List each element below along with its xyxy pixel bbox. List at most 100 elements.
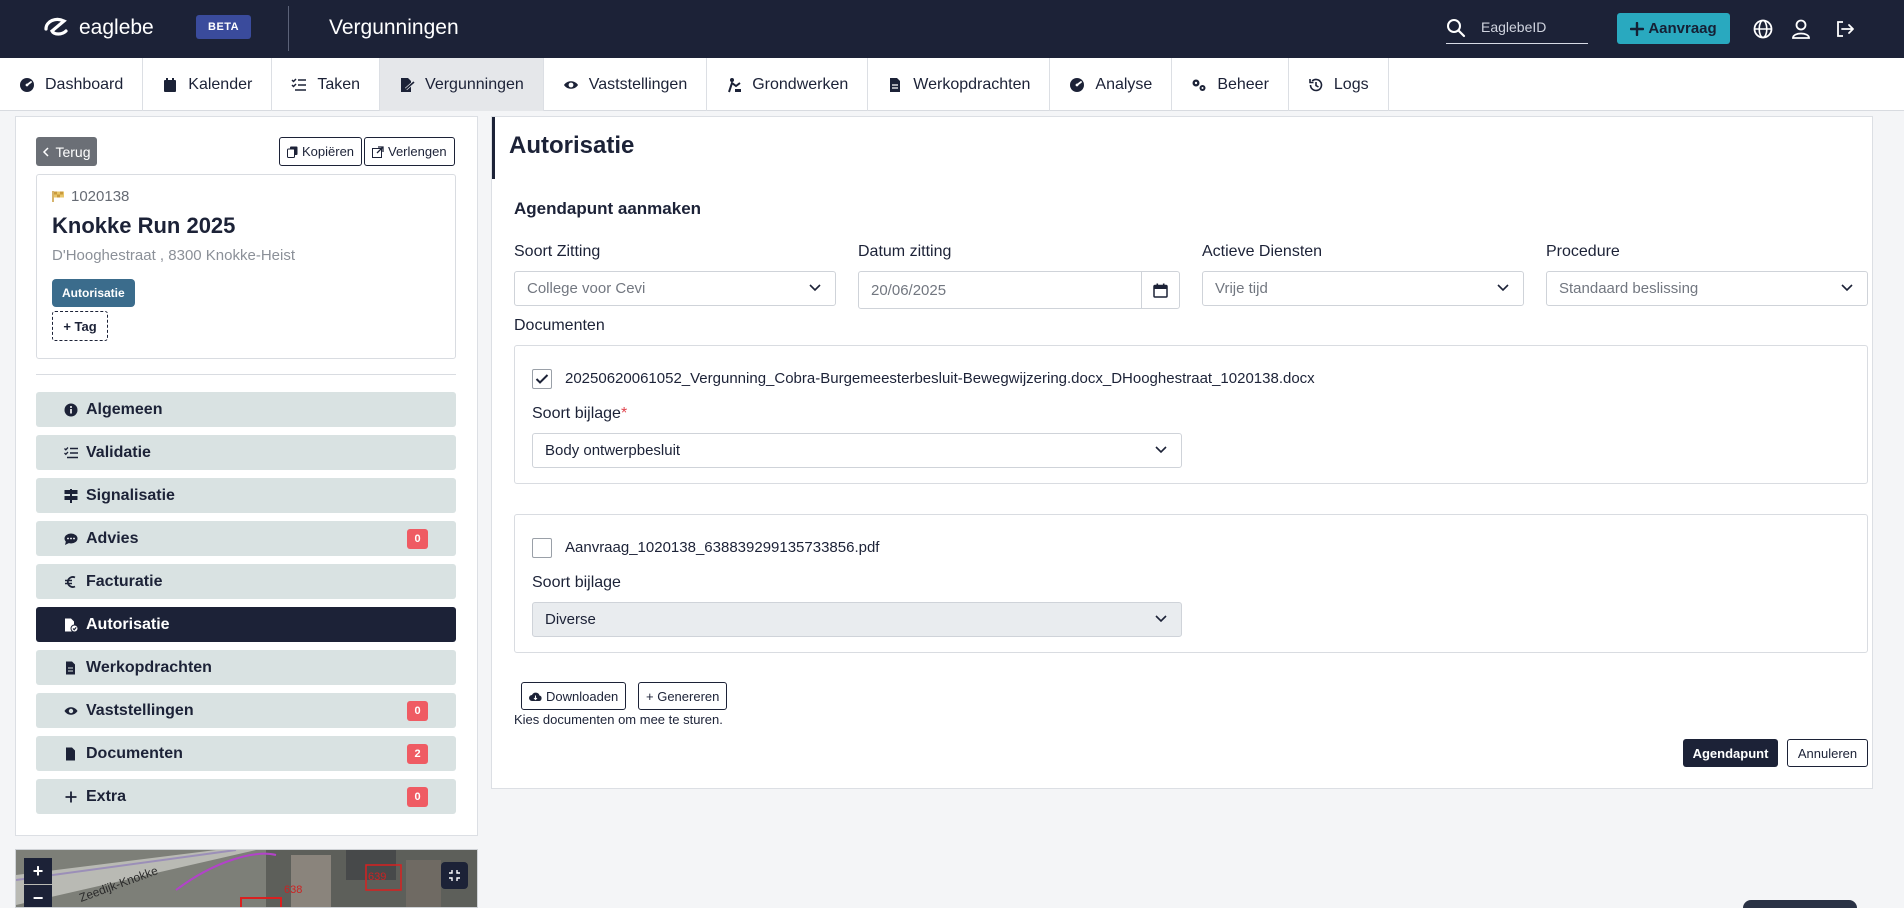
soort-zitting-select[interactable]: College voor Cevi [514,271,836,306]
map-fullscreen-button[interactable] [441,862,468,889]
nav-dashboard[interactable]: Dashboard [0,58,144,111]
required-marker: * [620,405,628,422]
compress-icon [449,870,460,881]
cancel-button[interactable]: Annuleren [1787,739,1868,767]
count-badge: 0 [407,701,428,721]
nav-beheer[interactable]: Beheer [1172,58,1289,111]
back-button[interactable]: Terug [36,137,97,166]
header-divider [288,6,289,51]
menu-item-facturatie[interactable]: Facturatie [36,564,456,599]
map-background: Zeedijk-Knokke 639 638 [16,850,477,907]
app-title: Vergunningen [329,16,459,39]
info-icon [64,403,78,416]
create-agenda-item-button[interactable]: Agendapunt [1683,739,1778,767]
menu-item-werkopdrachten[interactable]: Werkopdrachten [36,650,456,685]
logo[interactable]: eaglebe [42,15,154,41]
permit-address: D'Hooghestraat , 8300 Knokke-Heist [52,247,295,264]
nav-label: Kalender [188,75,253,93]
permit-title: Knokke Run 2025 [52,213,236,238]
date-picker-button[interactable] [1141,272,1179,308]
map-parcel-label: 638 [284,884,302,896]
file-check-icon [65,618,78,632]
floating-button-edge[interactable] [1743,900,1857,908]
nav-logs[interactable]: Logs [1289,58,1389,111]
document-checkbox[interactable] [532,538,552,558]
menu-label: Advies [86,529,139,547]
datum-zitting-label: Datum zitting [858,243,952,260]
attachment-type-select[interactable]: Body ontwerpbesluit [532,433,1182,468]
nav-werkopdrachten[interactable]: Werkopdrachten [868,58,1051,111]
digging-icon [728,77,742,92]
section-title: Agendapunt aanmaken [514,199,702,218]
nav-vergunningen[interactable]: Vergunningen [380,58,544,111]
file-icon [890,77,901,92]
menu-item-advies[interactable]: Advies 0 [36,521,456,556]
download-button[interactable]: Downloaden [521,682,627,710]
globe-icon[interactable] [1752,18,1774,40]
documents-label: Documenten [514,317,605,334]
permit-card: 1020138 Knokke Run 2025 D'Hooghestraat ,… [36,174,456,359]
logout-icon[interactable] [1834,18,1856,40]
zoom-out-button[interactable]: − [24,885,52,907]
nav-taken[interactable]: Taken [272,58,381,111]
chevron-down-icon [1841,284,1853,292]
nav-analyse[interactable]: Analyse [1050,58,1173,111]
menu-label: Algemeen [86,400,163,418]
menu-label: Extra [86,787,127,805]
eye-icon [64,706,78,715]
eaglebe-logo-icon [44,17,68,36]
new-request-button[interactable]: Aanvraag [1617,13,1730,44]
nav-label: Dashboard [45,75,124,93]
menu-item-vaststellingen[interactable]: Vaststellingen 0 [36,693,456,728]
menu-item-signalisatie[interactable]: Signalisatie [36,478,456,513]
extend-button[interactable]: Verlengen [364,137,455,166]
nav-vaststellingen[interactable]: Vaststellingen [544,58,708,111]
menu-item-validatie[interactable]: Validatie [36,435,456,470]
permit-menu: Algemeen Validatie Signalisatie Advies 0… [36,392,456,822]
datum-zitting-input[interactable]: 20/06/2025 [858,271,1180,309]
user-icon[interactable] [1790,18,1812,40]
procedure-select[interactable]: Standaard beslissing [1546,271,1868,306]
menu-item-extra[interactable]: Extra 0 [36,779,456,814]
soort-zitting-label: Soort Zitting [514,243,601,260]
copy-button[interactable]: Kopiëren [279,137,363,166]
file-signature-icon [401,77,416,92]
search-icon [1447,19,1466,38]
chevron-down-icon [809,284,821,292]
menu-label: Vaststellingen [86,701,194,719]
copy-label: Kopiëren [302,144,355,159]
main-nav: Dashboard Kalender Taken Vergunningen Va… [0,58,1904,111]
nav-label: Grondwerken [752,75,849,93]
count-badge: 0 [407,529,428,549]
attachment-type-value: Body ontwerpbesluit [545,442,681,459]
nav-label: Logs [1333,75,1369,93]
plus-icon [65,791,77,802]
menu-item-autorisatie[interactable]: Autorisatie [36,607,456,642]
nav-label: Analyse [1095,75,1153,93]
nav-kalender[interactable]: Kalender [143,58,273,111]
permit-id-text: 1020138 [71,188,130,205]
map-view[interactable]: Zeedijk-Knokke 639 638 + − [15,849,478,908]
nav-label: Beheer [1217,75,1269,93]
menu-label: Signalisatie [86,486,175,504]
zoom-in-button[interactable]: + [24,858,52,884]
menu-label: Documenten [86,744,183,762]
document-checkbox[interactable] [532,369,552,389]
menu-item-documenten[interactable]: Documenten 2 [36,736,456,771]
menu-label: Autorisatie [86,615,170,633]
search-input[interactable] [1481,16,1586,38]
nav-grondwerken[interactable]: Grondwerken [707,58,869,111]
extend-label: Verlengen [388,144,447,159]
actieve-diensten-select[interactable]: Vrije tijd [1202,271,1524,306]
menu-label: Werkopdrachten [86,658,212,676]
share-icon [372,145,384,158]
checkmark-icon [535,374,549,384]
generate-button[interactable]: + Genereren [638,682,728,710]
document-filename: 20250620061052_Vergunning_Cobra-Burgemee… [565,370,1315,387]
map-parcel-label: 639 [368,871,386,883]
attachment-type-select[interactable]: Diverse [532,602,1182,637]
menu-label: Facturatie [86,572,163,590]
add-tag-button[interactable]: + Tag [52,311,108,341]
menu-item-algemeen[interactable]: Algemeen [36,392,456,427]
nav-label: Werkopdrachten [913,75,1031,93]
